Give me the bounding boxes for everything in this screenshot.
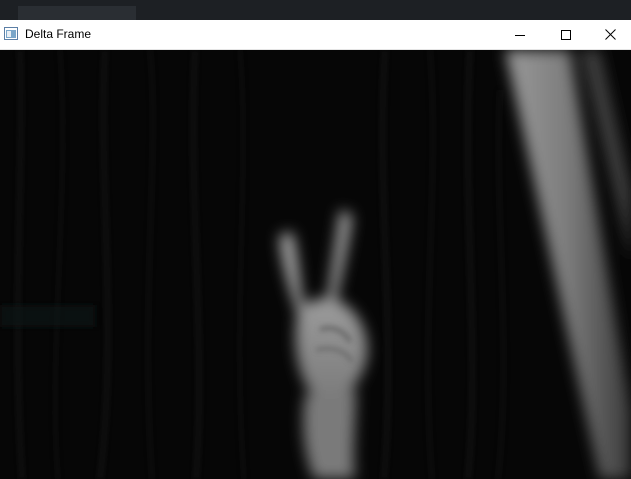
close-icon — [604, 29, 616, 40]
app-icon — [4, 27, 18, 40]
background-taskbar-item — [18, 6, 136, 20]
maximize-icon — [561, 29, 571, 40]
window-title: Delta Frame — [25, 27, 92, 41]
maximize-button[interactable] — [543, 20, 589, 49]
delta-frame-image — [0, 50, 631, 479]
close-button[interactable] — [589, 20, 631, 49]
minimize-button[interactable] — [497, 20, 543, 49]
desktop-background — [0, 0, 631, 20]
window-titlebar[interactable]: Delta Frame — [0, 20, 631, 50]
delta-frame-window: Delta Frame — [0, 20, 631, 479]
minimize-icon — [515, 34, 525, 36]
